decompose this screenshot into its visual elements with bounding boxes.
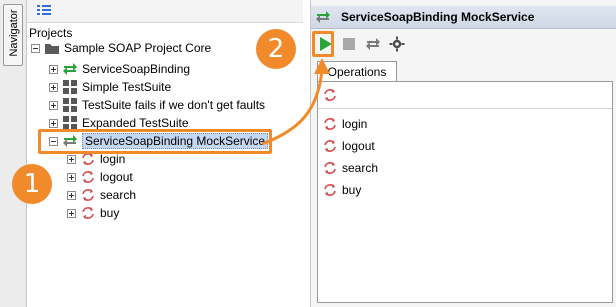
stop-icon xyxy=(343,38,355,50)
operation-label: logout xyxy=(342,139,375,153)
navigator-tab[interactable]: Navigator xyxy=(3,4,23,66)
editor-toolbar xyxy=(311,30,616,58)
interface-arrows-icon xyxy=(62,61,78,77)
testsuite-grid-icon xyxy=(62,97,78,113)
project-label: Sample SOAP Project Core xyxy=(64,41,212,55)
tree-row-testsuite[interactable]: Simple TestSuite xyxy=(49,78,171,96)
operation-label: logout xyxy=(100,170,133,184)
operation-label: login xyxy=(100,152,126,166)
mockservice-editor-panel: ServiceSoapBinding MockService Operation… xyxy=(310,0,616,307)
gear-icon xyxy=(389,36,405,52)
list-view-icon[interactable] xyxy=(37,4,51,16)
operation-arrows-icon xyxy=(322,182,338,198)
tree-item-label: ServiceSoapBinding xyxy=(82,62,191,76)
navigator-toolbar xyxy=(27,0,303,23)
switch-interface-button[interactable] xyxy=(363,34,383,54)
editor-header: ServiceSoapBinding MockService xyxy=(311,6,616,29)
operation-arrows-icon xyxy=(322,138,338,154)
expand-toggle-icon[interactable] xyxy=(49,100,58,110)
tree-row-testsuite[interactable]: TestSuite fails if we don't get faults xyxy=(49,96,265,114)
editor-title: ServiceSoapBinding MockService xyxy=(341,10,535,24)
swap-arrows-icon xyxy=(366,38,380,50)
tab-operations[interactable]: Operations xyxy=(317,61,397,82)
tree-row-operation[interactable]: logout xyxy=(67,168,133,186)
tree-row-operation[interactable]: search xyxy=(67,186,136,204)
operation-list-item[interactable]: buy xyxy=(322,181,361,199)
operation-label: buy xyxy=(100,206,120,220)
callout-badge-2: 2 xyxy=(256,29,296,69)
mockservice-arrows-icon xyxy=(315,9,331,25)
callout-highlight-mockservice xyxy=(38,129,272,154)
navigator-strip: Navigator xyxy=(0,0,27,307)
operation-list-item[interactable]: logout xyxy=(322,137,375,155)
options-button[interactable] xyxy=(387,34,407,54)
add-operation-icon[interactable] xyxy=(322,87,338,103)
expand-toggle-icon[interactable] xyxy=(67,190,76,200)
expand-toggle-icon[interactable] xyxy=(49,118,58,128)
expand-toggle-icon[interactable] xyxy=(67,208,76,218)
expand-toggle-icon[interactable] xyxy=(49,64,58,74)
navigator-tab-label: Navigator xyxy=(8,9,20,57)
tree-item-label: Expanded TestSuite xyxy=(82,116,189,130)
folder-icon xyxy=(44,40,60,56)
operation-arrows-icon xyxy=(322,116,338,132)
callout-badge-1: 1 xyxy=(12,164,52,204)
operation-label: search xyxy=(100,188,137,202)
expand-toggle-icon[interactable] xyxy=(49,82,58,92)
projects-root-label[interactable]: Projects xyxy=(29,26,72,40)
expand-toggle-icon[interactable] xyxy=(67,154,76,164)
operation-arrows-icon xyxy=(80,205,96,221)
tree-row-project[interactable]: Sample SOAP Project Core xyxy=(31,39,211,57)
operation-list-item[interactable]: search xyxy=(322,159,378,177)
operations-list-pane: login logout search buy xyxy=(317,81,613,303)
operation-label: buy xyxy=(342,183,362,197)
collapse-toggle-icon[interactable] xyxy=(31,43,40,53)
tree-row-interface[interactable]: ServiceSoapBinding xyxy=(49,60,190,78)
callout-highlight-play xyxy=(312,31,334,57)
operation-arrows-icon xyxy=(322,160,338,176)
operation-list-item[interactable]: login xyxy=(322,115,367,133)
tree-item-label: Simple TestSuite xyxy=(82,80,172,94)
operation-arrows-icon xyxy=(80,187,96,203)
operation-label: login xyxy=(342,117,368,131)
stop-mockservice-button[interactable] xyxy=(339,34,359,54)
expand-toggle-icon[interactable] xyxy=(67,172,76,182)
operations-toolbar xyxy=(318,82,612,109)
operation-arrows-icon xyxy=(80,169,96,185)
tree-item-label: TestSuite fails if we don't get faults xyxy=(82,98,266,112)
operation-label: search xyxy=(342,161,379,175)
testsuite-grid-icon xyxy=(62,79,78,95)
tree-row-operation[interactable]: buy xyxy=(67,204,119,222)
